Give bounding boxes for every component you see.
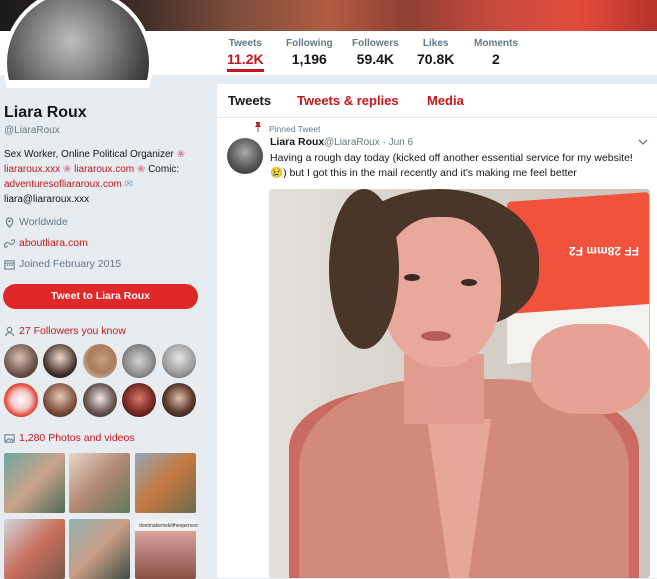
stat-label: Following xyxy=(286,38,333,49)
pin-icon xyxy=(255,122,261,132)
follower-avatar[interactable] xyxy=(4,383,38,417)
profile-name[interactable]: Liara Roux xyxy=(4,104,87,122)
follower-avatar[interactable] xyxy=(162,383,196,417)
follower-avatar[interactable] xyxy=(43,344,77,378)
profile-avatar[interactable] xyxy=(3,0,153,88)
timeline: Tweets Tweets & replies Media Pinned Twe… xyxy=(217,84,657,578)
profile-location: Worldwide xyxy=(4,216,68,228)
bio-text: Sex Worker, Online Political Organizer xyxy=(4,149,174,160)
media-thumbnail[interactable] xyxy=(135,453,196,513)
media-thumbnail[interactable] xyxy=(69,453,130,513)
stat-moments[interactable]: Moments 2 xyxy=(474,38,518,67)
photo-icon xyxy=(4,433,15,443)
stat-value: 59.4K xyxy=(356,51,395,67)
box-label: FF 28mm F2 xyxy=(569,244,640,258)
photos-videos-text: 1,280 Photos and videos xyxy=(19,432,135,444)
tweet-avatar[interactable] xyxy=(227,138,263,174)
location-text: Worldwide xyxy=(19,216,68,228)
stat-label: Followers xyxy=(352,38,399,49)
media-thumbnail[interactable]: dontmakemekiltheeperson xyxy=(135,519,198,579)
bio-link-xxx[interactable]: liararoux.xxx xyxy=(4,164,60,175)
follower-avatar[interactable] xyxy=(83,383,117,417)
followers-you-know-link[interactable]: 27 Followers you know xyxy=(4,325,126,337)
envelope-emoji: ✉ xyxy=(124,179,134,190)
tab-media[interactable]: Media xyxy=(427,93,464,108)
media-thumbnail[interactable] xyxy=(4,519,65,579)
bio-link-comic[interactable]: adventuresofliararoux.com xyxy=(4,179,122,190)
stat-value: 11.2K xyxy=(227,51,264,67)
media-thumbnail[interactable] xyxy=(4,453,65,513)
profile-website: aboutliara.com xyxy=(4,237,88,249)
joined-text: Joined February 2015 xyxy=(19,258,122,270)
stat-likes[interactable]: Likes 70.8K xyxy=(417,38,454,67)
tweet-photo[interactable]: FF 28mm F2 xyxy=(269,189,650,578)
chevron-down-icon[interactable] xyxy=(638,138,648,146)
flower-emoji: ❀ xyxy=(62,164,72,175)
person-icon xyxy=(4,326,15,336)
profile-handle[interactable]: @LiaraRoux xyxy=(4,125,60,136)
tab-tweets[interactable]: Tweets xyxy=(228,93,271,108)
calendar-icon xyxy=(4,259,15,270)
tweet-to-button[interactable]: Tweet to Liara Roux xyxy=(3,284,198,309)
tab-tweets-replies[interactable]: Tweets & replies xyxy=(297,93,399,108)
follower-avatar[interactable] xyxy=(83,344,117,378)
stat-value: 1,196 xyxy=(291,51,327,67)
stat-label: Likes xyxy=(422,38,449,49)
follower-avatar[interactable] xyxy=(122,383,156,417)
tweet-author-name[interactable]: Liara Roux xyxy=(270,136,324,148)
bio-email: liara@liararoux.xxx xyxy=(4,194,90,205)
profile-joined: Joined February 2015 xyxy=(4,258,121,270)
bio-comic-label: Comic: xyxy=(148,164,180,175)
stat-following[interactable]: Following 1,196 xyxy=(286,38,333,67)
tweet-text: Having a rough day today (kicked off ano… xyxy=(270,152,633,179)
location-pin-icon xyxy=(5,216,14,228)
follower-avatar[interactable] xyxy=(43,383,77,417)
followers-you-know-text: 27 Followers you know xyxy=(19,325,126,337)
follower-avatar[interactable] xyxy=(122,344,156,378)
flower-emoji: ❀ xyxy=(176,149,186,160)
follower-avatar[interactable] xyxy=(162,344,196,378)
thumbnail-caption: dontmakemekiltheeperson xyxy=(139,523,198,529)
stat-label: Tweets xyxy=(228,38,262,49)
photos-videos-link[interactable]: 1,280 Photos and videos xyxy=(4,432,135,444)
stat-value: 2 xyxy=(492,51,500,67)
stat-tweets[interactable]: Tweets 11.2K xyxy=(227,38,264,72)
bio-link-com[interactable]: liararoux.com xyxy=(74,164,134,175)
follower-avatar[interactable] xyxy=(4,344,38,378)
stat-value: 70.8K xyxy=(417,51,455,67)
timeline-tabs: Tweets Tweets & replies Media xyxy=(217,84,657,118)
profile-sidebar: Liara Roux @LiaraRoux Sex Worker, Online… xyxy=(0,92,215,579)
profile-bio: Sex Worker, Online Political Organizer ❀… xyxy=(4,147,209,207)
stat-label: Moments xyxy=(474,38,518,49)
website-link[interactable]: aboutliara.com xyxy=(19,237,88,249)
media-thumbnail[interactable] xyxy=(69,519,130,579)
stat-followers[interactable]: Followers 59.4K xyxy=(352,38,399,67)
pinned-label: Pinned Tweet xyxy=(269,124,321,134)
flower-emoji: ❀ xyxy=(136,164,146,175)
link-icon xyxy=(4,238,15,248)
tweet-meta[interactable]: @LiaraRoux · Jun 6 xyxy=(324,137,413,148)
